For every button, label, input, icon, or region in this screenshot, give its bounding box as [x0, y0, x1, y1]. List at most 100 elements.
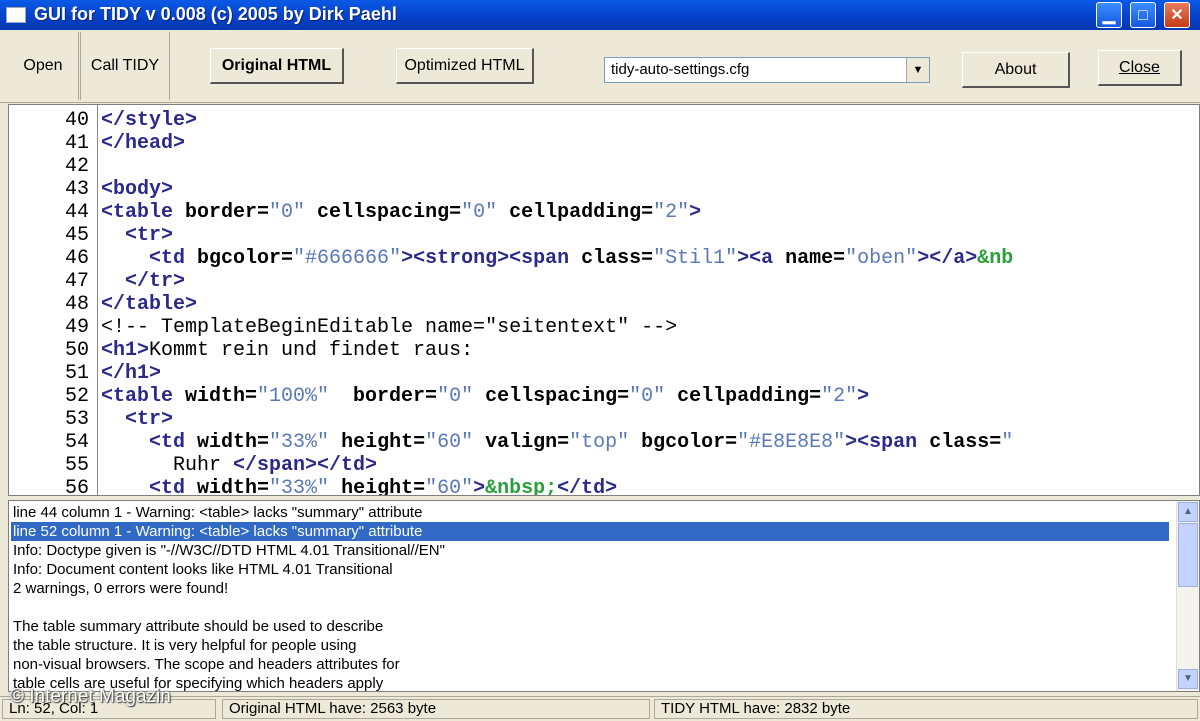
original-html-button[interactable]: Original HTML [210, 48, 344, 84]
message-item[interactable]: 2 warnings, 0 errors were found! [13, 579, 1169, 598]
code-token: " [1001, 431, 1014, 454]
minimize-button[interactable]: ▁ [1096, 2, 1122, 28]
optimized-html-button[interactable]: Optimized HTML [396, 48, 534, 84]
close-button[interactable]: Close [1098, 50, 1182, 86]
window-title: GUI for TIDY v 0.008 (c) 2005 by Dirk Pa… [34, 4, 397, 24]
message-item[interactable]: non-visual browsers. The scope and heade… [13, 655, 1169, 674]
code-token: ><a [737, 247, 786, 270]
code-text: <td width="33%" height="60" valign="top"… [101, 431, 1013, 454]
line-number: 42 [64, 155, 89, 178]
code-token: "Stil1" [653, 247, 738, 270]
maximize-button[interactable]: □ [1130, 2, 1156, 28]
config-select-value: tidy-auto-settings.cfg [611, 61, 750, 78]
code-line: 42 [9, 155, 1199, 178]
message-item[interactable]: Info: Document content looks like HTML 4… [13, 560, 1169, 579]
line-number: 43 [64, 178, 89, 201]
code-token: width= [197, 477, 270, 496]
code-token: "33%" [269, 477, 342, 496]
code-text: <h1>Kommt rein und findet raus: [101, 339, 473, 362]
code-text: <td width="33%" height="60">&nbsp;</td> [101, 477, 618, 496]
code-token: </span></td> [233, 454, 378, 477]
line-number: 51 [64, 362, 89, 385]
code-text: <table border="0" cellspacing="0" cellpa… [101, 201, 701, 224]
code-token: <tr> [125, 408, 174, 431]
code-token: "2" [821, 385, 858, 408]
code-text: </table> [101, 293, 197, 316]
code-token: > [857, 385, 870, 408]
about-button[interactable]: About [962, 52, 1070, 88]
code-token: width= [185, 385, 258, 408]
close-window-button[interactable]: ✕ [1164, 2, 1190, 28]
code-text: </style> [101, 109, 197, 132]
code-text: </head> [101, 132, 185, 155]
code-line: 47 </tr> [9, 270, 1199, 293]
code-line: 41 </head> [9, 132, 1199, 155]
message-list[interactable]: table cells are useful for specifying wh… [8, 500, 1200, 692]
code-line: 43 <body> [9, 178, 1199, 201]
code-line: 53 <tr> [9, 408, 1199, 431]
line-number: 55 [64, 454, 89, 477]
scroll-thumb[interactable] [1178, 523, 1198, 587]
code-text: <tr> [101, 408, 173, 431]
code-token: cellpadding= [677, 385, 822, 408]
code-token: </td> [557, 477, 618, 496]
code-editor[interactable]: 40 </style> 41 </head> 42 43 <body> 44 <table bo… [8, 104, 1200, 496]
chevron-down-icon[interactable]: ▼ [906, 58, 929, 82]
code-token: "#E8E8E8" [737, 431, 846, 454]
code-text: <table width="100%" border="0" cellspaci… [101, 385, 869, 408]
code-token: "2" [653, 201, 690, 224]
code-token: </head> [101, 132, 186, 155]
code-token: &nb [977, 247, 1014, 270]
code-token: "0" [461, 201, 510, 224]
code-token: <td [149, 477, 198, 496]
line-number: 54 [64, 431, 89, 454]
code-text: </h1> [101, 362, 161, 385]
message-item[interactable] [13, 598, 1169, 617]
message-item[interactable]: table cells are useful for specifying wh… [13, 674, 1169, 691]
code-line: 52 <table width="100%" border="0" cellspa… [9, 385, 1199, 408]
message-item[interactable]: The table summary attribute should be us… [13, 617, 1169, 636]
line-number: 47 [64, 270, 89, 293]
code-token: Kommt rein und findet raus: [149, 339, 474, 362]
message-item[interactable]: Info: Doctype given is "-//W3C//DTD HTML… [13, 541, 1169, 560]
code-token: "0" [437, 385, 486, 408]
down-arrow-icon[interactable]: ▼ [1178, 669, 1198, 689]
code-line: 45 <tr> [9, 224, 1199, 247]
code-token: "33%" [269, 431, 342, 454]
code-token: <body> [101, 178, 174, 201]
line-number: 44 [64, 201, 89, 224]
code-token: <table [101, 201, 186, 224]
code-line: 48 </table> [9, 293, 1199, 316]
code-text: <body> [101, 178, 173, 201]
message-item[interactable]: line 52 column 1 - Warning: <table> lack… [11, 522, 1169, 541]
code-token: "0" [629, 385, 678, 408]
open-button[interactable]: Open [8, 32, 79, 100]
line-number: 41 [64, 132, 89, 155]
code-token: cellspacing= [485, 385, 630, 408]
message-item[interactable]: the table structure. It is very helpful … [13, 636, 1169, 655]
code-line: 51 </h1> [9, 362, 1199, 385]
tidy-size-status: TIDY HTML have: 2832 byte [654, 699, 1198, 719]
config-select[interactable]: tidy-auto-settings.cfg ▼ [604, 57, 930, 83]
code-token: ><strong><span [401, 247, 582, 270]
code-token: </style> [101, 109, 198, 132]
code-token: ></a> [917, 247, 978, 270]
code-token: <!-- TemplateBeginEditable name="seitent… [101, 316, 678, 339]
watermark: © Internet Magazin [10, 686, 171, 707]
code-token: border= [185, 201, 270, 224]
line-number: 52 [64, 385, 89, 408]
line-number: 40 [64, 109, 89, 132]
code-line: 55 Ruhr </span></td> [9, 454, 1199, 477]
call-tidy-button[interactable]: Call TIDY [80, 32, 170, 100]
code-token: "oben" [845, 247, 918, 270]
up-arrow-icon[interactable]: ▲ [1178, 502, 1198, 522]
code-token: <td [149, 247, 198, 270]
message-item[interactable]: line 44 column 1 - Warning: <table> lack… [13, 503, 1169, 522]
code-token: class= [929, 431, 1002, 454]
code-text: Ruhr </span></td> [101, 454, 377, 477]
message-scrollbar[interactable]: ▲ ▼ [1176, 501, 1199, 691]
line-number: 48 [64, 293, 89, 316]
original-size-status: Original HTML have: 2563 byte [222, 699, 650, 719]
